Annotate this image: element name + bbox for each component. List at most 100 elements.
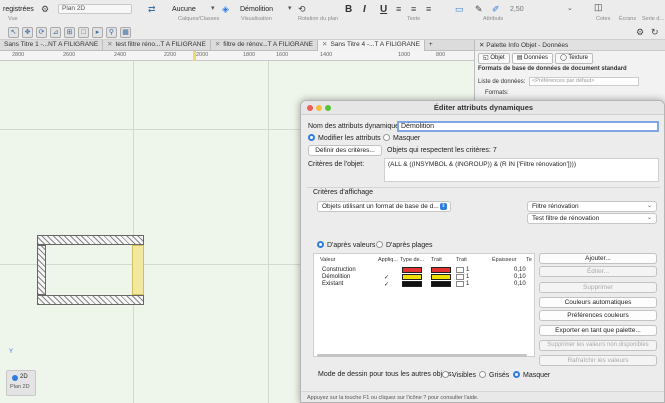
tab-sans-titre-4[interactable]: ✕ Sans Titre 4 -...T A FILIGRANE xyxy=(318,40,425,51)
view-select[interactable]: Plan 2D xyxy=(58,4,132,14)
column-header[interactable]: Appliq... xyxy=(378,257,398,263)
layer-select[interactable]: Aucune xyxy=(172,5,196,14)
link-tool-icon[interactable]: ⚲ xyxy=(106,27,117,38)
wall-top[interactable] xyxy=(37,235,144,245)
refresh-values-button[interactable]: Rafraîchir les valeurs xyxy=(539,355,657,366)
visualisation-select[interactable]: Démolition xyxy=(240,5,273,14)
visualisation-icon[interactable]: ◈ xyxy=(222,4,229,14)
rotation-icon[interactable]: ⟲ xyxy=(298,4,306,14)
delete-button[interactable]: Supprimer xyxy=(539,282,657,293)
italic-button[interactable]: I xyxy=(363,5,366,15)
align-left-icon[interactable]: ≡ xyxy=(396,4,401,14)
stroke-weight-box[interactable] xyxy=(456,267,464,273)
stroke-swatch[interactable] xyxy=(431,281,451,287)
column-header[interactable]: Trait xyxy=(456,257,467,263)
horizontal-scrollbar[interactable] xyxy=(317,354,527,357)
tab-donnees[interactable]: ▤ Données xyxy=(511,53,554,64)
data-list-select[interactable]: <Préférences par défaut> xyxy=(529,77,640,86)
draw-mode-hide[interactable]: Masquer xyxy=(513,371,550,379)
stroke-weight-box[interactable] xyxy=(456,274,464,280)
table-row-value[interactable]: Existant xyxy=(322,281,343,287)
arrow-tool-icon[interactable]: ▸ xyxy=(92,27,103,38)
flip-tool-icon[interactable]: ⊿ xyxy=(50,27,61,38)
fill-icon[interactable]: ▭ xyxy=(455,4,464,14)
align-right-icon[interactable]: ≡ xyxy=(426,4,431,14)
radio-by-ranges[interactable]: D'après plages xyxy=(376,241,432,249)
radio-by-values[interactable]: D'après valeurs xyxy=(317,241,375,249)
registered-views-label: registrées xyxy=(3,6,34,13)
close-window-button[interactable] xyxy=(307,105,313,111)
pen-icon[interactable]: ✎ xyxy=(475,4,483,14)
criteria-label: Critères de l'objet: xyxy=(308,161,365,168)
name-field[interactable]: Démolition xyxy=(397,121,659,132)
define-criteria-button[interactable]: Définir des critères... xyxy=(308,145,382,156)
edit-button[interactable]: Éditer... xyxy=(539,266,657,277)
screens-icon[interactable]: ◫ xyxy=(594,2,603,12)
filter-field-select[interactable]: Test filtre de rénovation ⌄ xyxy=(527,213,657,224)
underline-button[interactable]: U xyxy=(380,5,387,15)
criteria-field[interactable]: (ALL & ((INSYMBOL & (INGROUP)) & (R IN [… xyxy=(384,158,659,182)
column-header[interactable]: Type de... xyxy=(400,257,424,263)
auto-colors-button[interactable]: Couleurs automatiques xyxy=(539,297,657,308)
color-preferences-button[interactable]: Préférences couleurs xyxy=(539,310,657,321)
pan-tool-icon[interactable]: ✥ xyxy=(22,27,33,38)
column-header[interactable]: Te xyxy=(526,257,532,263)
column-header[interactable]: Valeur xyxy=(320,257,336,263)
line-style-icon[interactable]: ✐ xyxy=(492,4,500,14)
remove-unavailable-button[interactable]: Supprimer les valeurs non disponibles xyxy=(539,340,657,351)
align-center-icon[interactable]: ≡ xyxy=(411,4,416,14)
column-header[interactable]: Trait xyxy=(431,257,442,263)
more-icon[interactable]: ↻ xyxy=(651,27,659,37)
stroke-swatch[interactable] xyxy=(431,274,451,280)
radio-label: Modifier les attributs xyxy=(318,135,381,142)
ruler-label: 1600 xyxy=(276,52,289,58)
view-panel[interactable]: 2D Plan 2D xyxy=(6,370,36,396)
stroke-weight-box[interactable] xyxy=(456,281,464,287)
applied-check[interactable]: ✓ xyxy=(384,281,389,288)
bold-button[interactable]: B xyxy=(345,5,352,15)
wall-demolition[interactable] xyxy=(132,245,144,295)
ruler-label: 1800 xyxy=(243,52,256,58)
tab-sans-titre-1[interactable]: Sans Titre 1 -...NT A FILIGRANE xyxy=(0,40,104,51)
wall-left[interactable] xyxy=(37,245,46,295)
wall-bottom[interactable] xyxy=(37,295,144,305)
selection-tool-icon[interactable]: ↖ xyxy=(8,27,19,38)
table-row-value[interactable]: Construction xyxy=(322,267,356,273)
layers-icon[interactable]: ⇄ xyxy=(148,4,156,14)
format-select[interactable]: Objets utilisant un format de base de d.… xyxy=(317,201,451,212)
tab-filtre-renovation[interactable]: ✕ filtre de rénov...T A FILIGRANE xyxy=(211,40,318,51)
document-tabs: Sans Titre 1 -...NT A FILIGRANE ✕ test fi… xyxy=(0,40,474,51)
applied-check[interactable]: ✓ xyxy=(384,274,389,281)
column-header[interactable]: Épaisseur xyxy=(492,257,516,263)
gear-icon[interactable]: ⚙ xyxy=(41,4,49,14)
rotate-tool-icon[interactable]: ⟳ xyxy=(36,27,47,38)
opacity-value[interactable]: 2,50 xyxy=(510,5,524,14)
new-tab-button[interactable]: + xyxy=(425,40,437,51)
draw-mode-visible[interactable]: Visibles xyxy=(442,371,476,379)
grid-line xyxy=(133,61,134,403)
rectangle-tool-icon[interactable]: □ xyxy=(78,27,89,38)
grid-tool-icon[interactable]: ▦ xyxy=(120,27,131,38)
fill-swatch[interactable] xyxy=(402,267,422,273)
close-icon[interactable]: ✕ xyxy=(322,41,327,48)
tab-texture[interactable]: ◯ Texture xyxy=(555,53,594,64)
close-icon[interactable]: ✕ xyxy=(107,41,112,48)
snap-tool-icon[interactable]: ⊞ xyxy=(64,27,75,38)
draw-mode-greyed[interactable]: Grisés xyxy=(479,371,509,379)
objects-count: Objets qui respectent les critères: 7 xyxy=(387,147,497,154)
fill-swatch[interactable] xyxy=(402,274,422,280)
fill-swatch[interactable] xyxy=(402,281,422,287)
close-icon[interactable]: ✕ xyxy=(215,41,220,48)
settings-icon[interactable]: ⚙ xyxy=(636,27,644,37)
export-palette-button[interactable]: Exporter en tant que palette... xyxy=(539,325,657,336)
radio-modify-attributes[interactable]: Modifier les attributs xyxy=(308,134,381,142)
minimize-window-button[interactable] xyxy=(316,105,322,111)
add-button[interactable]: Ajouter... xyxy=(539,253,657,264)
table-row-value[interactable]: Démolition xyxy=(322,274,350,280)
stroke-swatch[interactable] xyxy=(431,267,451,273)
radio-mask[interactable]: Masquer xyxy=(383,134,420,142)
tab-test-filtre[interactable]: ✕ test filtre réno...T A FILIGRANE xyxy=(103,40,211,51)
filter-select[interactable]: Filtre rénovation ⌄ xyxy=(527,201,657,212)
zoom-window-button[interactable] xyxy=(325,105,331,111)
tab-objet[interactable]: ◱ Objet xyxy=(478,53,510,64)
